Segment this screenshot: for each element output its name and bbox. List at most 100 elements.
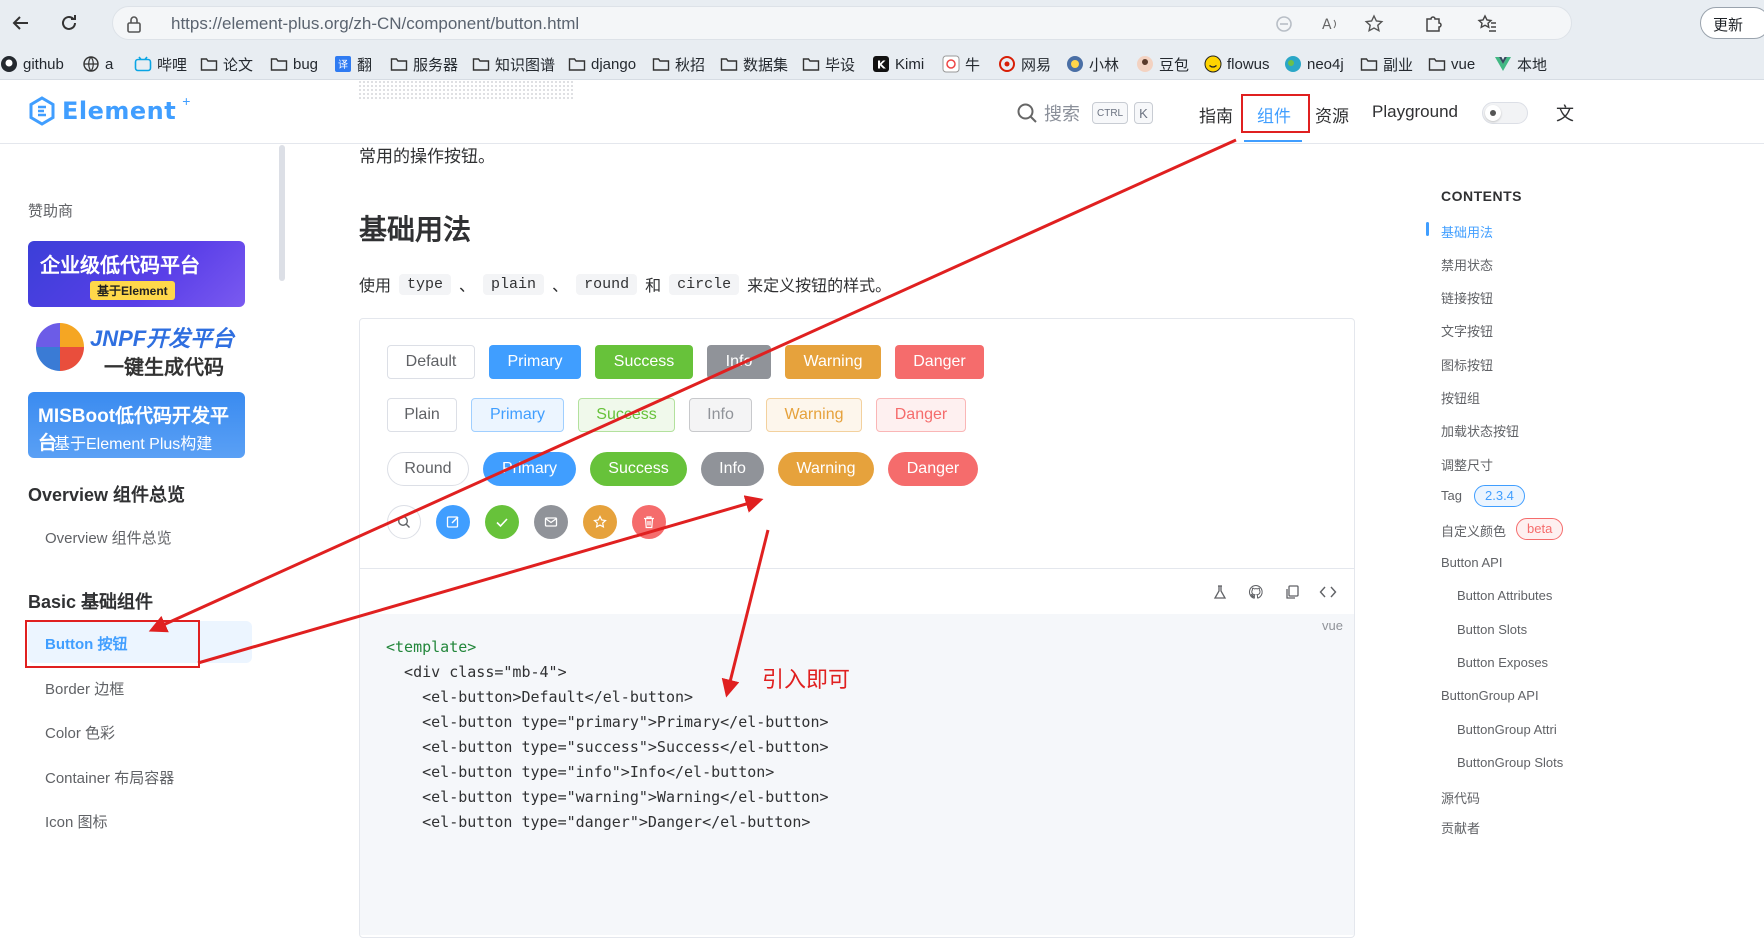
bookmark-item[interactable]: bug xyxy=(270,53,318,75)
language-switch[interactable]: 文 xyxy=(1556,100,1574,126)
playground-flask-icon[interactable] xyxy=(1210,582,1230,602)
button-danger[interactable]: Danger xyxy=(895,345,984,379)
toc-item[interactable]: 文字按钮 xyxy=(1441,321,1493,340)
toc-item[interactable]: ButtonGroup API xyxy=(1441,688,1539,703)
bookmark-item[interactable]: flowus xyxy=(1204,53,1270,75)
bookmark-item[interactable]: 译翻 xyxy=(334,53,372,75)
circle-button-search[interactable] xyxy=(387,505,421,539)
button-plain-primary[interactable]: Primary xyxy=(471,398,564,432)
bookmark-item[interactable]: 小林 xyxy=(1066,53,1119,75)
button-plain[interactable]: Plain xyxy=(387,398,457,432)
toc-item[interactable]: 贡献者 xyxy=(1441,818,1480,837)
update-button[interactable]: 更新 xyxy=(1700,7,1764,39)
intro-text: 常用的操作按钮。 xyxy=(359,147,495,166)
toc-item[interactable]: 基础用法 xyxy=(1441,222,1493,241)
circle-button-check[interactable] xyxy=(485,505,519,539)
toc-item[interactable]: Tag xyxy=(1441,488,1462,503)
bookmark-item[interactable]: vue xyxy=(1428,53,1475,75)
toc-item[interactable]: ButtonGroup Attri xyxy=(1457,722,1557,737)
toc-item[interactable]: Button Slots xyxy=(1457,622,1527,637)
copy-code-icon[interactable] xyxy=(1282,582,1302,602)
nav-resources[interactable]: 资源 xyxy=(1315,102,1349,127)
button-default[interactable]: Default xyxy=(387,345,475,379)
bookmark-item[interactable]: 牛 xyxy=(942,53,980,75)
nav-playground[interactable]: Playground xyxy=(1372,102,1458,122)
circle-button-edit[interactable] xyxy=(436,505,470,539)
button-primary[interactable]: Primary xyxy=(489,345,581,379)
bookmark-item[interactable]: 秋招 xyxy=(652,53,705,75)
toggle-code-icon[interactable] xyxy=(1318,582,1338,602)
sponsor-ad-misboot[interactable]: MISBoot低代码开发平台 基于Element Plus构建 xyxy=(28,392,245,458)
bookmark-item[interactable]: 知识图谱 xyxy=(472,53,555,75)
toc-item[interactable]: 链接按钮 xyxy=(1441,288,1493,307)
toc-item[interactable]: 加载状态按钮 xyxy=(1441,421,1519,440)
bookmark-item[interactable]: 哔哩 xyxy=(134,53,187,75)
toc-item[interactable]: 图标按钮 xyxy=(1441,355,1493,374)
button-plain-success[interactable]: Success xyxy=(578,398,675,432)
lock-icon[interactable] xyxy=(123,13,145,35)
sidebar-item-border[interactable]: Border 边框 xyxy=(45,678,124,699)
bookmark-item[interactable]: 本地 xyxy=(1494,53,1547,75)
toc-item[interactable]: 源代码 xyxy=(1441,788,1480,807)
button-info[interactable]: Info xyxy=(707,345,771,379)
toc-item[interactable]: 自定义颜色 xyxy=(1441,521,1506,540)
button-plain-danger[interactable]: Danger xyxy=(876,398,966,432)
bookmark-item[interactable]: 网易 xyxy=(998,53,1051,75)
sidebar-item-overview[interactable]: Overview 组件总览 xyxy=(45,527,172,548)
bookmark-item[interactable]: 数据集 xyxy=(720,53,788,75)
bookmark-label: 知识图谱 xyxy=(495,56,556,74)
bookmark-item[interactable]: 毕设 xyxy=(802,53,855,75)
button-warning[interactable]: Warning xyxy=(785,345,881,379)
toc-item[interactable]: 调整尺寸 xyxy=(1441,455,1493,474)
bookmark-item[interactable]: 豆包 xyxy=(1136,53,1189,75)
bookmark-item[interactable]: a xyxy=(82,53,113,75)
bookmark-item[interactable]: K Kimi xyxy=(872,53,924,75)
favorites-button[interactable] xyxy=(1474,10,1500,36)
toc-item[interactable]: ButtonGroup Slots xyxy=(1457,755,1563,770)
element-logo[interactable]: Element + xyxy=(28,93,190,126)
theme-toggle[interactable] xyxy=(1482,102,1528,124)
circle-button-delete[interactable] xyxy=(632,505,666,539)
button-round-primary[interactable]: Primary xyxy=(483,452,576,486)
toc-item[interactable]: Button Exposes xyxy=(1457,655,1548,670)
bookmark-item[interactable]: 服务器 xyxy=(390,53,458,75)
sponsor-ad-lowcode[interactable]: 企业级低代码平台 基于Element xyxy=(28,241,245,307)
reload-button[interactable] xyxy=(56,10,82,36)
sidebar-scrollbar[interactable] xyxy=(279,145,285,281)
bookmark-item[interactable]: django xyxy=(568,53,636,75)
github-source-icon[interactable] xyxy=(1246,582,1266,602)
button-round-info[interactable]: Info xyxy=(701,452,764,486)
sponsor-ad-jnpf[interactable]: JNPF开发平台 一键生成代码 xyxy=(28,317,245,383)
read-aloud-icon[interactable]: A xyxy=(1319,13,1341,35)
address-bar[interactable]: https://element-plus.org/zh-CN/component… xyxy=(112,6,1572,40)
button-success[interactable]: Success xyxy=(595,345,693,379)
button-round[interactable]: Round xyxy=(387,452,469,486)
url-text[interactable]: https://element-plus.org/zh-CN/component… xyxy=(171,14,579,34)
button-plain-warning[interactable]: Warning xyxy=(766,398,862,432)
toc-item[interactable]: Button Attributes xyxy=(1457,588,1552,603)
bookmark-item[interactable]: github xyxy=(0,53,64,75)
bookmark-item[interactable]: 副业 xyxy=(1360,53,1413,75)
bookmark-label: neo4j xyxy=(1307,55,1344,73)
section-description: 使用 type 、 plain 、 round 和 circle 来定义按钮的样… xyxy=(359,272,891,296)
sidebar-item-icon[interactable]: Icon 图标 xyxy=(45,811,108,832)
toc-item[interactable]: 按钮组 xyxy=(1441,388,1480,407)
favorite-star-icon[interactable] xyxy=(1363,13,1385,35)
circle-button-message[interactable] xyxy=(534,505,568,539)
translate-page-icon[interactable] xyxy=(1273,13,1295,35)
bookmark-item[interactable]: 论文 xyxy=(200,53,253,75)
toc-item[interactable]: 禁用状态 xyxy=(1441,255,1493,274)
bookmark-item[interactable]: neo4j xyxy=(1284,53,1344,75)
button-round-danger[interactable]: Danger xyxy=(888,452,978,486)
nav-guide[interactable]: 指南 xyxy=(1199,102,1233,127)
sidebar-item-color[interactable]: Color 色彩 xyxy=(45,722,115,743)
sidebar-item-container[interactable]: Container 布局容器 xyxy=(45,767,174,788)
button-round-success[interactable]: Success xyxy=(590,452,687,486)
extensions-button[interactable] xyxy=(1420,10,1446,36)
circle-button-star[interactable] xyxy=(583,505,617,539)
button-plain-info[interactable]: Info xyxy=(689,398,752,432)
toc-item[interactable]: Button API xyxy=(1441,555,1502,570)
button-round-warning[interactable]: Warning xyxy=(778,452,874,486)
doc-search[interactable]: 搜索 CTRL K xyxy=(1016,100,1153,126)
back-button[interactable] xyxy=(8,10,34,36)
